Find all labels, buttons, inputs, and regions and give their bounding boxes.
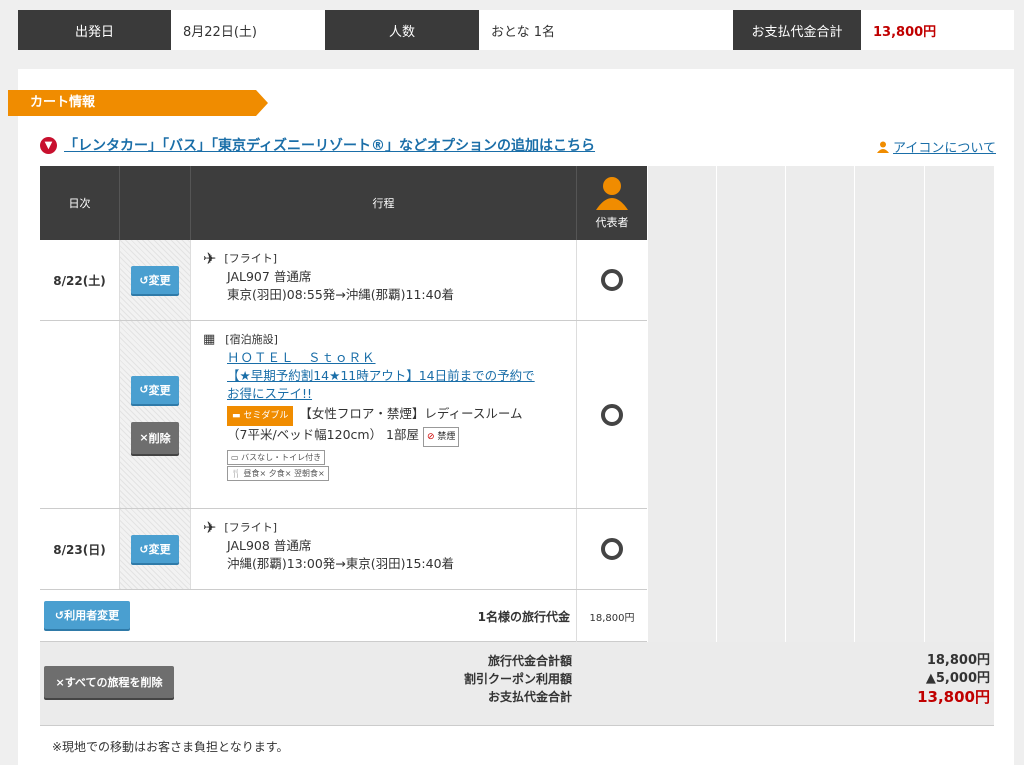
chevron-down-icon: ▼ xyxy=(40,136,57,154)
option-link-text[interactable]: 「レンタカー」「バス」「東京ディズニーリゾート®」などオプションの追加はこちら xyxy=(64,135,595,155)
row-date xyxy=(40,321,120,508)
row-itinerary: ▦ [宿泊施設] ＨＯＴＥＬ ＳｔｏＲＫ 【★早期予約割14★11時アウト】14日… xyxy=(191,321,577,508)
per-person-label: 1名様の旅行代金 xyxy=(191,590,577,642)
table-row: 8/22(土) ↺ 変更 ✈ [フライト] JAL907 普通席 東京(羽田)08… xyxy=(40,240,647,321)
empty-column xyxy=(854,166,924,642)
row-date: 8/22(土) xyxy=(40,240,120,320)
meal-badge: 🍴 昼食× 夕食× 翌朝食× xyxy=(227,466,329,481)
no-smoking-icon: ⊘ xyxy=(427,432,435,442)
row-date: 8/23(日) xyxy=(40,509,120,589)
icon-about-text[interactable]: アイコンについて xyxy=(893,137,996,156)
table-row: ↺ 変更 × 削除 ▦ [宿泊施設] ＨＯＴＥＬ ＳｔｏＲＫ 【★早期予約割14★… xyxy=(40,321,647,509)
cart-title: カート情報 xyxy=(8,90,268,116)
header-itinerary: 行程 xyxy=(191,166,577,240)
row-itinerary: ✈ [フライト] JAL908 普通席 沖縄(那覇)13:00発→東京(羽田)15… xyxy=(191,509,577,589)
summary-bar: 出発日 8月22日(土) 人数 おとな 1名 お支払代金合計 13,800円 xyxy=(18,10,1014,50)
people-value: おとな 1名 xyxy=(479,10,733,50)
empty-column xyxy=(785,166,854,642)
row-actions: ↺ 変更 × 削除 xyxy=(120,321,191,508)
flight-route: 沖縄(那覇)13:00発→東京(羽田)15:40着 xyxy=(227,556,455,571)
people-label: 人数 xyxy=(325,10,479,50)
user-change-button[interactable]: ↺ 利用者変更 xyxy=(44,601,130,629)
travel-total-label: 旅行代金合計額 xyxy=(487,654,572,668)
total-label: お支払代金合計 xyxy=(733,10,861,50)
row-actions: ↺ 変更 xyxy=(120,509,191,589)
empty-column xyxy=(924,166,994,642)
totals-section: × すべての旅程を削除 旅行代金合計額 割引クーポン利用額 お支払代金合計 18… xyxy=(40,642,994,726)
representative-mark xyxy=(577,240,647,320)
plan-link-2[interactable]: お得にステイ!! xyxy=(203,385,573,403)
person-icon xyxy=(877,141,890,153)
room-name: 【女性フロア・禁煙】レディースルーム xyxy=(299,406,523,421)
category-label: [フライト] xyxy=(224,521,277,534)
plan-link[interactable]: 【★早期予約割14★11時アウト】14日前までの予約で xyxy=(203,367,573,385)
table-header: 日次 行程 代表者 xyxy=(40,166,647,240)
change-button[interactable]: ↺ 変更 xyxy=(131,266,179,294)
person-icon xyxy=(596,177,628,210)
change-button[interactable]: ↺ 変更 xyxy=(131,535,179,563)
representative-mark xyxy=(577,509,647,589)
category-label: [宿泊施設] xyxy=(225,333,278,346)
payment-value: 13,800円 xyxy=(917,688,990,706)
per-person-row: ↺ 利用者変更 1名様の旅行代金 18,800円 xyxy=(40,590,647,642)
flight-route: 東京(羽田)08:55発→沖縄(那覇)11:40着 xyxy=(227,287,455,302)
delete-all-button[interactable]: × すべての旅程を削除 xyxy=(44,666,174,698)
option-add-link[interactable]: ▼ 「レンタカー」「バス」「東京ディズニーリゾート®」などオプションの追加はこち… xyxy=(40,135,595,155)
no-smoking-badge: ⊘ 禁煙 xyxy=(423,427,460,447)
total-value: 13,800円 xyxy=(861,10,1014,50)
building-icon: ▦ xyxy=(203,332,216,347)
representative-mark xyxy=(577,321,647,508)
coupon-label: 割引クーポン利用額 xyxy=(463,672,572,686)
coupon-value: ▲5,000円 xyxy=(925,671,990,686)
payment-label: お支払代金合計 xyxy=(487,690,572,704)
empty-column xyxy=(647,166,716,642)
header-action xyxy=(120,166,191,240)
category-label: [フライト] xyxy=(224,252,277,265)
empty-column xyxy=(716,166,785,642)
header-day: 日次 xyxy=(40,166,120,240)
flight-info: JAL907 普通席 xyxy=(227,269,312,284)
row-actions: ↺ 変更 xyxy=(120,240,191,320)
header-representative-label: 代表者 xyxy=(595,216,629,229)
footnote: ※現地での移動はお客さま負担となります。 xyxy=(52,740,289,754)
airplane-icon: ✈ xyxy=(203,249,217,268)
table-row: 8/23(日) ↺ 変更 ✈ [フライト] JAL908 普通席 沖縄(那覇)13… xyxy=(40,509,647,590)
row-itinerary: ✈ [フライト] JAL907 普通席 東京(羽田)08:55発→沖縄(那覇)11… xyxy=(191,240,577,320)
room-size: （7平米/ベッド幅120cm） 1部屋 xyxy=(227,427,419,442)
header-representative: 代表者 xyxy=(577,166,647,240)
circle-icon xyxy=(601,269,623,291)
change-button[interactable]: ↺ 変更 xyxy=(131,375,179,404)
travel-total-value: 18,800円 xyxy=(926,653,990,668)
circle-icon xyxy=(601,403,623,426)
per-person-value: 18,800円 xyxy=(589,612,635,624)
departure-value: 8月22日(土) xyxy=(171,10,325,50)
circle-icon xyxy=(601,538,623,560)
hotel-name-link[interactable]: ＨＯＴＥＬ ＳｔｏＲＫ xyxy=(203,349,573,367)
departure-label: 出発日 xyxy=(18,10,171,50)
icon-about-link[interactable]: アイコンについて xyxy=(877,137,996,156)
delete-button[interactable]: × 削除 xyxy=(131,421,179,454)
cart-panel: カート情報 ▼ 「レンタカー」「バス」「東京ディズニーリゾート®」などオプション… xyxy=(8,69,1014,765)
bed-badge: ▬ セミダブル xyxy=(227,406,294,426)
flight-info: JAL908 普通席 xyxy=(227,538,312,553)
airplane-icon: ✈ xyxy=(203,518,217,537)
